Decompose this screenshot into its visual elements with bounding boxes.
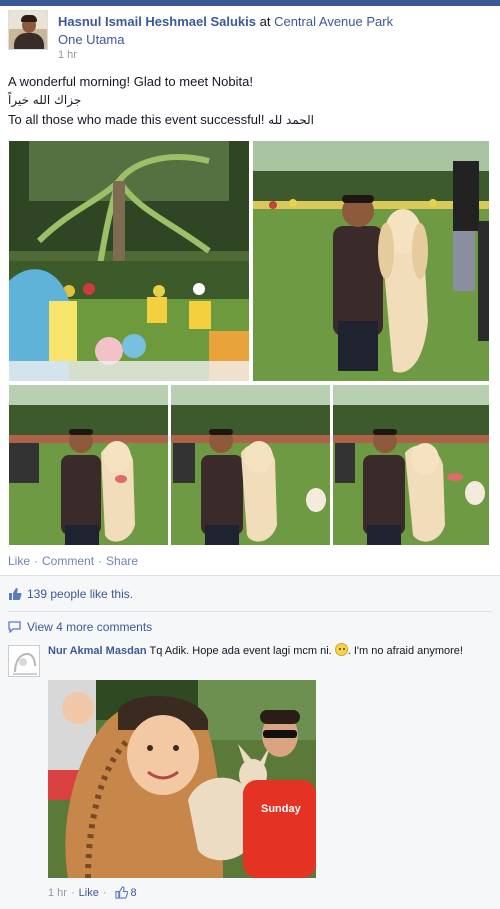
- comment-timestamp[interactable]: 1 hr: [48, 887, 67, 899]
- author-name-link[interactable]: Hasnul Ismail Heshmael Salukis: [58, 14, 256, 29]
- photo-man-with-dog-large[interactable]: [252, 140, 490, 382]
- view-more-comments[interactable]: View 4 more comments: [8, 620, 152, 634]
- photo-man-with-dog-small-3[interactable]: [332, 384, 490, 546]
- photo-crowd-palm-trees[interactable]: [8, 140, 250, 382]
- post-timestamp[interactable]: 1 hr: [58, 49, 77, 61]
- post-text-line-2: جزاك الله خيراً: [8, 93, 82, 107]
- commenter-name-link[interactable]: Nur Akmal Masdan: [48, 645, 147, 657]
- shirt-text: Sunday: [261, 803, 302, 815]
- post-text-line-1: A wonderful morning! Glad to meet Nobita…: [8, 74, 253, 89]
- post-actions: Like · Comment · Share: [8, 554, 138, 568]
- worried-face-emoji-icon: [334, 643, 348, 656]
- comment-photo-selfie-with-puppy[interactable]: Sunday: [48, 680, 316, 878]
- thumbs-up-icon: [9, 588, 22, 600]
- thumbs-up-icon: [114, 886, 128, 899]
- likes-summary[interactable]: 139 people like this.: [8, 584, 492, 604]
- comment-like-link[interactable]: Like: [79, 887, 99, 899]
- photo-man-with-dog-small-2[interactable]: [170, 384, 331, 546]
- post-header: Hasnul Ismail Heshmael Salukis at Centra…: [58, 13, 488, 49]
- at-label: at: [259, 14, 271, 29]
- location-link-line2[interactable]: One Utama: [58, 32, 124, 47]
- likes-count-text[interactable]: 139 people like this.: [27, 587, 133, 601]
- location-link[interactable]: Central Avenue Park: [274, 14, 393, 29]
- author-avatar[interactable]: [8, 10, 48, 50]
- comment-like-count[interactable]: 8: [114, 886, 137, 899]
- post-message: A wonderful morning! Glad to meet Nobita…: [8, 72, 488, 130]
- action-separator: ·: [98, 554, 103, 568]
- comment-text: Nur Akmal Masdan Tq Adik. Hope ada event…: [48, 643, 488, 659]
- comment-text-part-2: . I'm no afraid anymore!: [347, 645, 463, 657]
- comment-meta: 1 hr · Like · 8: [48, 886, 137, 899]
- action-separator: ·: [34, 554, 39, 568]
- meta-separator: ·: [70, 886, 75, 899]
- comment-link[interactable]: Comment: [42, 554, 94, 568]
- meta-separator: ·: [102, 886, 107, 899]
- comment-like-count-value: 8: [130, 886, 137, 899]
- post-text-line-3-ar: الحمد لله: [268, 113, 315, 127]
- comment-bubble-icon: [8, 621, 21, 633]
- photo-man-with-dog-small-1[interactable]: [8, 384, 169, 546]
- ufi-divider: [8, 611, 492, 612]
- comments-section: 139 people like this. View 4 more commen…: [0, 575, 500, 909]
- commenter-avatar[interactable]: [8, 645, 40, 677]
- view-more-comments-link[interactable]: View 4 more comments: [27, 620, 152, 634]
- post-text-line-3: To all those who made this event success…: [8, 110, 488, 130]
- post-text-line-3-en: To all those who made this event success…: [8, 112, 265, 127]
- comment-text-part-1: Tq Adik. Hope ada event lagi mcm ni.: [149, 645, 332, 657]
- share-link[interactable]: Share: [106, 554, 138, 568]
- like-link[interactable]: Like: [8, 554, 30, 568]
- post-card: Hasnul Ismail Heshmael Salukis at Centra…: [0, 6, 500, 572]
